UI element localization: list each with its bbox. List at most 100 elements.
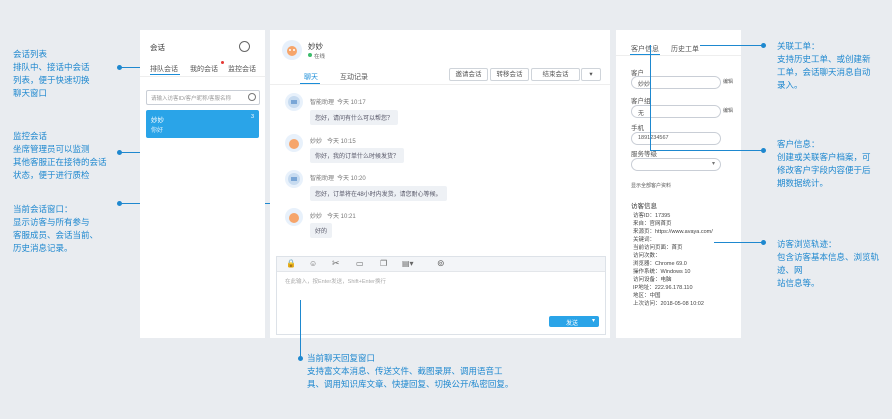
tab-interaction-records[interactable]: 互动记录: [340, 72, 368, 82]
connector-dot: [298, 356, 303, 361]
copy-icon[interactable]: ❐: [380, 259, 387, 268]
annotation-desc: 列表，便于快速切换: [13, 75, 90, 85]
visitor-info-row: IP地址：222.96.178.110: [633, 285, 693, 291]
reply-box: 🔒 ☺ ✂ ▭ ❐ ▤▾ ⊚ 在此输入，按Enter发送，Shift+Enter…: [276, 256, 606, 335]
message-sender: 妙妙: [310, 139, 323, 145]
tab-history-tickets[interactable]: 历史工单: [671, 44, 699, 54]
annotation-desc: 坐席管理员可以监测: [13, 144, 90, 154]
show-all-customer-fields-link[interactable]: 显示全部客户资料: [631, 182, 671, 189]
session-item-name: 妙妙: [151, 117, 164, 124]
unread-badge: 3: [250, 114, 254, 120]
message-time: 今天 10:21: [327, 214, 356, 220]
edit-customer-link[interactable]: 编辑: [723, 78, 733, 85]
annotation-desc: 其他客服正在接待的会话: [13, 157, 107, 167]
tab-queue-sessions[interactable]: 排队会话: [150, 64, 178, 74]
chevron-down-icon: ▾: [589, 71, 593, 78]
session-search-input[interactable]: 请输入访客ID/客户昵称/客服名称: [146, 90, 260, 105]
lock-icon[interactable]: 🔒: [286, 259, 296, 268]
service-level-select[interactable]: ▾: [631, 158, 721, 171]
annotation-related-tickets: 关联工单： 支持历史工单、或创建新 工单，会话聊天消息自动 录入。: [777, 40, 887, 92]
annotation-desc: 排队中、接话中会话: [13, 62, 90, 72]
chat-panel: 妙妙 在线 聊天 互动记录 邀请会话 转移会话 结束会话 ▾ 智能助理 今天 1…: [270, 30, 610, 338]
phone-value: 1891234567: [638, 135, 669, 141]
visitor-info-title: 访客信息: [631, 203, 657, 210]
send-options-icon[interactable]: ▾: [592, 317, 595, 324]
session-item-active[interactable]: 妙妙 你好 3: [146, 110, 259, 138]
knowledge-icon[interactable]: ⊚: [437, 258, 445, 269]
annotation-desc: 修改客户字段内容便于后: [777, 165, 871, 175]
annotation-desc: 站信息等。: [777, 278, 820, 288]
visitor-info-row: 浏览器：Chrome 69.0: [633, 261, 687, 267]
message-sender: 妙妙: [310, 214, 323, 220]
annotation-desc: 具、调用知识库文章、快捷回复、切换公开/私密回复。: [307, 379, 514, 389]
annotation-desc: 工单，会话聊天消息自动: [777, 67, 871, 77]
annotation-desc: 录入。: [777, 80, 803, 90]
scissors-icon[interactable]: ✂: [332, 258, 340, 269]
field-label-phone: 手机: [631, 125, 644, 132]
end-session-button[interactable]: 结束会话: [531, 68, 580, 81]
emoji-icon[interactable]: ☺: [309, 259, 317, 268]
cat-icon: [289, 213, 299, 223]
template-icon[interactable]: ▤▾: [402, 259, 414, 268]
annotation-title: 客户信息：: [777, 139, 820, 149]
annotation-desc: 历史消息记录。: [13, 243, 73, 253]
refresh-icon[interactable]: [239, 41, 250, 52]
annotation-title: 当前聊天回复窗口: [307, 353, 376, 363]
message-bubble: 您好，订单将在48小时内发货，请您耐心等候。: [310, 186, 447, 201]
visitor-info-row: 访问次数：: [633, 253, 661, 259]
tab-my-sessions[interactable]: 我的会话: [190, 64, 218, 74]
annotation-current-window: 当前会话窗口： 显示访客与所有参与 客服成员、会话当前、 历史消息记录。: [13, 203, 113, 255]
visitor-info-row: 当前访问页面：首页: [633, 245, 683, 251]
customer-tab-divider: [616, 55, 741, 56]
annotation-title: 当前会话窗口：: [13, 204, 73, 214]
message-bubble: 你好，我的订单什么时候发货？: [310, 148, 405, 163]
message-time: 今天 10:20: [337, 176, 366, 182]
annotation-desc: 客服成员、会话当前、: [13, 230, 99, 240]
session-item-message: 你好: [151, 128, 164, 134]
tab-customer-info[interactable]: 客户信息: [631, 44, 659, 54]
session-panel-title: 会话: [150, 43, 165, 52]
customer-field-value: 妙妙: [638, 82, 651, 88]
annotation-monitor: 监控会话 坐席管理员可以监测 其他客服正在接待的会话 状态，便于进行质检: [13, 130, 113, 182]
more-dropdown-button[interactable]: ▾: [581, 68, 601, 81]
customer-group-field[interactable]: 无: [631, 105, 721, 118]
annotation-title: 会话列表: [13, 49, 48, 59]
reply-input[interactable]: 在此输入，按Enter发送，Shift+Enter换行: [285, 277, 386, 285]
visitor-info-row: 关键词：: [633, 237, 656, 243]
phone-field[interactable]: 1891234567: [631, 132, 721, 145]
annotation-desc: 创建或关联客户档案，可: [777, 152, 871, 162]
annotation-desc: 聊天窗口: [13, 88, 48, 98]
annotation-title: 监控会话: [13, 131, 48, 141]
tab-monitor-sessions[interactable]: 监控会话: [228, 64, 256, 74]
chat-tab-divider: [270, 84, 610, 85]
connector-line: [650, 150, 763, 151]
message-time: 今天 10:17: [337, 100, 366, 106]
customer-group-value: 无: [638, 111, 645, 117]
chat-title: 妙妙: [308, 42, 323, 51]
visitor-message-avatar: [285, 208, 303, 226]
message-time: 今天 10:15: [327, 139, 356, 145]
tab-underline: [150, 74, 180, 75]
visitor-avatar: [282, 40, 302, 60]
cat-icon: [287, 46, 297, 56]
invite-session-button[interactable]: 邀请会话: [449, 68, 488, 81]
annotation-desc: 包含访客基本信息、浏览轨迹、网: [777, 252, 880, 275]
agent-avatar: [285, 93, 303, 111]
cat-icon: [289, 139, 299, 149]
visitor-info-row: 上次访问：2018-05-08 10:02: [633, 301, 704, 307]
visitor-info-row: 来自：官网首页: [633, 221, 672, 227]
visitor-message-avatar: [285, 134, 303, 152]
search-icon[interactable]: [248, 93, 256, 101]
send-button[interactable]: 发送 ▾: [549, 316, 599, 327]
annotation-title: 访客浏览轨迹：: [777, 239, 837, 249]
message-sender: 智能助理: [310, 100, 335, 106]
edit-customer-group-link[interactable]: 编辑: [723, 107, 733, 114]
tab-chat[interactable]: 聊天: [304, 72, 318, 82]
transfer-session-button[interactable]: 转移会话: [490, 68, 529, 81]
message-sender: 智能助理: [310, 176, 335, 182]
online-status: 在线: [314, 54, 326, 60]
customer-field[interactable]: 妙妙: [631, 76, 721, 89]
connector-line: [714, 242, 763, 243]
visitor-info-row: 来源页：https://www.avaya.com/: [633, 229, 713, 235]
video-icon[interactable]: ▭: [356, 259, 364, 268]
